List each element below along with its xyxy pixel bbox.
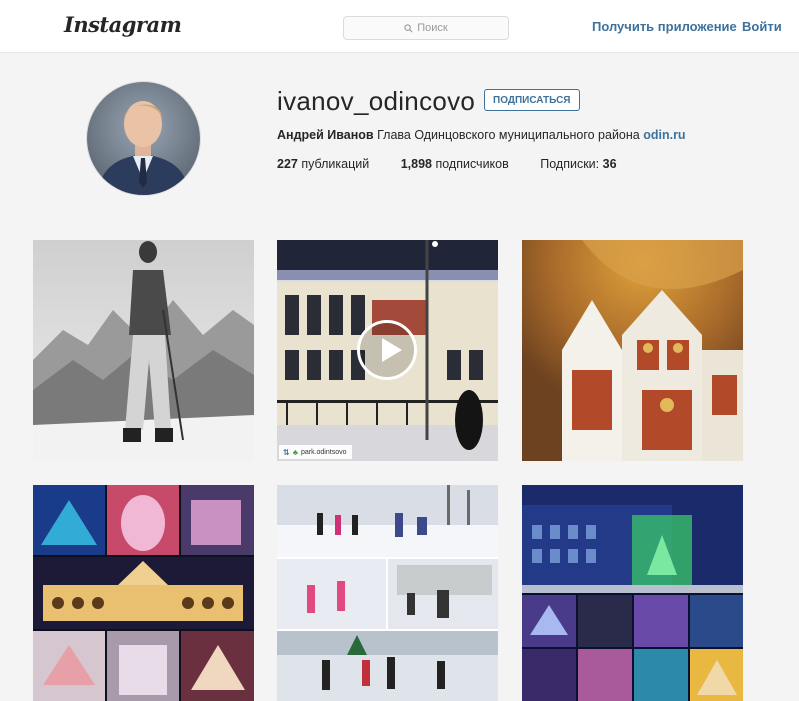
top-navigation-bar: Instagram Поиск Получить приложение Войт… [0, 0, 799, 53]
repost-tag: ⇅ ♣ park.odintsovo [279, 445, 353, 459]
profile-stats: 227 публикаций 1,898 подписчиков Подписк… [277, 157, 645, 171]
profile-avatar [86, 81, 201, 196]
profile-full-name: Андрей Иванов [277, 128, 374, 142]
posts-stat: 227 публикаций [277, 157, 370, 171]
profile-bio-text: Глава Одинцовского муниципального района [377, 128, 640, 142]
repost-username: park.odintsovo [300, 448, 347, 456]
leaf-icon: ♣ [292, 447, 298, 457]
profile-username: ivanov_odincovo [277, 86, 476, 116]
post-thumbnail-collage[interactable] [33, 485, 254, 701]
search-input[interactable]: Поиск [343, 16, 509, 40]
post-thumbnail-video[interactable]: ⇅ ♣ park.odintsovo [277, 240, 498, 461]
instagram-logo[interactable]: Instagram [64, 12, 182, 37]
post-thumbnail[interactable] [33, 240, 254, 461]
followers-stat[interactable]: 1,898 подписчиков [401, 157, 509, 171]
profile-website-link[interactable]: odin.ru [643, 128, 685, 142]
login-link[interactable]: Войти [742, 19, 782, 34]
profile-bio: Андрей Иванов Глава Одинцовского муницип… [277, 128, 686, 142]
post-thumbnail[interactable] [522, 240, 743, 461]
post-thumbnail-collage[interactable] [522, 485, 743, 701]
get-app-link[interactable]: Получить приложение [592, 19, 737, 34]
search-placeholder: Поиск [417, 22, 448, 34]
post-thumbnail-collage[interactable] [277, 485, 498, 701]
follow-button[interactable]: ПОДПИСАТЬСЯ [484, 89, 580, 111]
repost-icon: ⇅ [283, 447, 290, 457]
search-icon [404, 23, 413, 33]
play-icon [357, 320, 417, 380]
following-stat[interactable]: Подписки: 36 [540, 157, 616, 171]
